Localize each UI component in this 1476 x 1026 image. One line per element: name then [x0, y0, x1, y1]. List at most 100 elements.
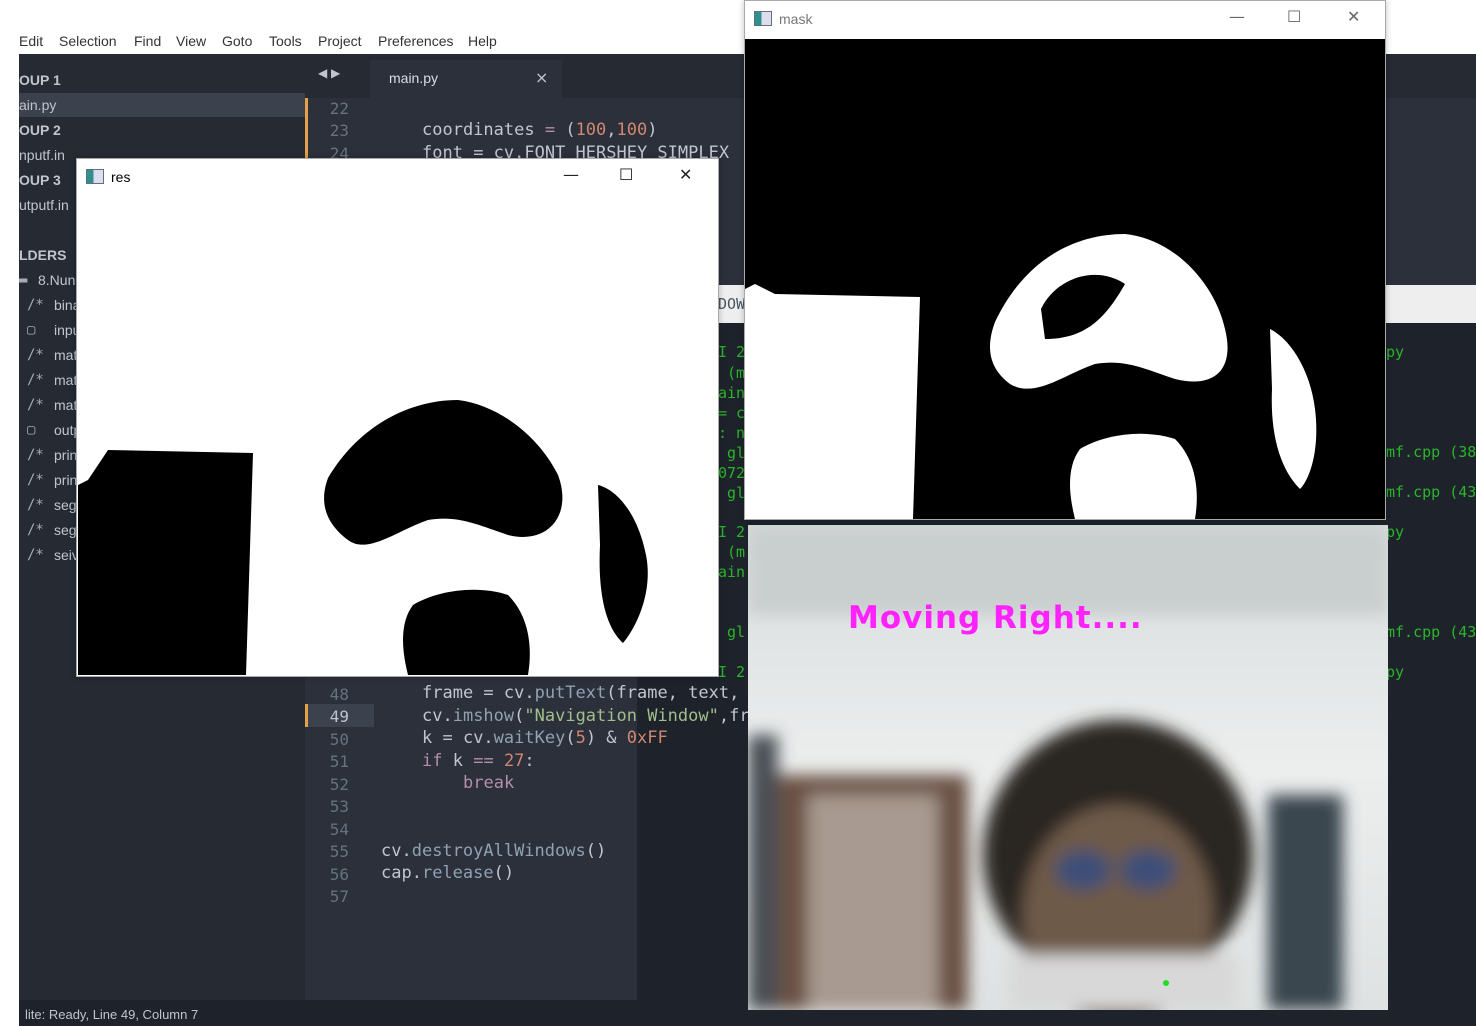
- res-window: res — ☐ ✕: [76, 158, 719, 677]
- sidebar-active-row: [19, 93, 305, 117]
- panel-header-text: DOW: [718, 295, 746, 313]
- menu-view[interactable]: View: [176, 33, 206, 49]
- menu-preferences[interactable]: Preferences: [378, 33, 453, 49]
- code-line-56[interactable]: cap.release(): [381, 863, 514, 883]
- comment-file-icon: /*: [27, 297, 44, 313]
- sidebar-group-3: OUP 3: [19, 172, 61, 188]
- line-number: 52: [329, 775, 349, 794]
- minimize-icon[interactable]: —: [563, 165, 579, 184]
- menu-help[interactable]: Help: [468, 33, 497, 49]
- sidebar-item[interactable]: seg: [54, 497, 77, 513]
- sidebar-item[interactable]: seg: [54, 522, 77, 538]
- console-line: ain: [718, 563, 746, 581]
- camera-overlay-text: Moving Right....: [848, 600, 1143, 636]
- console-line-right: py: [1386, 523, 1405, 541]
- tab-label: main.py: [389, 70, 439, 86]
- line-number: 49: [329, 707, 349, 726]
- menu-project[interactable]: Project: [318, 33, 362, 49]
- file-icon: ▢: [27, 322, 36, 338]
- code-line-23[interactable]: coordinates = (100,100): [422, 120, 658, 140]
- comment-file-icon: /*: [27, 472, 44, 488]
- console-line: gl: [718, 444, 746, 462]
- close-icon[interactable]: ✕: [1347, 7, 1360, 26]
- console-line: = c: [718, 404, 746, 422]
- sidebar-file-input[interactable]: nputf.in: [19, 147, 65, 163]
- code-line-52[interactable]: break: [463, 773, 514, 793]
- comment-file-icon: /*: [27, 497, 44, 513]
- folder-icon: ▬: [19, 272, 28, 288]
- close-icon[interactable]: ✕: [679, 165, 692, 184]
- minimize-icon[interactable]: —: [1229, 7, 1245, 26]
- comment-file-icon: /*: [27, 447, 44, 463]
- menu-find[interactable]: Find: [134, 33, 161, 49]
- line-number: 51: [329, 752, 349, 771]
- console-line: ain: [718, 384, 746, 402]
- console-line: 072: [718, 464, 746, 482]
- console-line: I 2: [718, 343, 746, 361]
- sidebar-file-output[interactable]: utputf.in: [19, 197, 69, 213]
- file-icon: ▢: [27, 422, 36, 438]
- line-number: 56: [329, 865, 349, 884]
- console-line: (m: [718, 543, 746, 561]
- comment-file-icon: /*: [27, 547, 44, 563]
- comment-file-icon: /*: [27, 397, 44, 413]
- maximize-icon[interactable]: ☐: [1287, 7, 1301, 26]
- menu-edit[interactable]: Edit: [19, 33, 43, 49]
- sidebar-item[interactable]: prin: [54, 447, 77, 463]
- sidebar-group-1: OUP 1: [19, 72, 61, 88]
- mask-window-title: mask: [779, 11, 813, 27]
- window-app-icon: [754, 11, 772, 26]
- menu-tools[interactable]: Tools: [269, 33, 302, 49]
- sidebar-file-main[interactable]: ain.py: [19, 97, 56, 113]
- sidebar-item[interactable]: mat: [54, 372, 77, 388]
- res-window-title: res: [111, 169, 131, 185]
- line-number: 57: [329, 887, 349, 906]
- console-line: gl: [718, 484, 746, 502]
- console-line-right: mf.cpp (43: [1386, 483, 1476, 501]
- camera-frame: [748, 525, 1388, 1010]
- tab-close-icon[interactable]: ×: [535, 68, 548, 87]
- comment-file-icon: /*: [27, 347, 44, 363]
- mask-image: [745, 39, 1385, 519]
- code-line-48[interactable]: frame = cv.putText(frame, text,: [422, 683, 739, 703]
- window-app-icon: [86, 169, 104, 184]
- console-line: (m: [718, 364, 746, 382]
- res-image: [78, 195, 718, 675]
- console-line-right: mf.cpp (38: [1386, 443, 1476, 461]
- code-line-51[interactable]: if k == 27:: [422, 751, 535, 771]
- maximize-icon[interactable]: ☐: [619, 165, 633, 184]
- tab-nav-arrows[interactable]: ◀ ▶: [318, 66, 340, 80]
- console-line: I 2: [718, 523, 746, 541]
- menu-goto[interactable]: Goto: [222, 33, 252, 49]
- sidebar-item[interactable]: mat: [54, 347, 77, 363]
- camera-image: [748, 525, 1388, 1010]
- status-text: lite: Ready, Line 49, Column 7: [25, 1007, 199, 1022]
- code-line-50[interactable]: k = cv.waitKey(5) & 0xFF: [422, 728, 668, 748]
- console-line: gl: [718, 623, 746, 641]
- line-number: 55: [329, 842, 349, 861]
- console-line-right: py: [1386, 343, 1405, 361]
- console-line-right: py: [1386, 663, 1405, 681]
- line-number: 54: [329, 820, 349, 839]
- line-number: 48: [329, 685, 349, 704]
- line-number: 22: [329, 99, 349, 118]
- comment-file-icon: /*: [27, 522, 44, 538]
- code-line-49[interactable]: cv.imshow("Navigation Window",fr: [422, 706, 750, 726]
- sidebar-item[interactable]: prin: [54, 472, 77, 488]
- line-number: 23: [329, 121, 349, 140]
- mask-window-titlebar[interactable]: mask — ☐ ✕: [745, 1, 1385, 38]
- menu-selection[interactable]: Selection: [59, 33, 117, 49]
- line-number: 53: [329, 797, 349, 816]
- sidebar-group-2: OUP 2: [19, 122, 61, 138]
- console-line: I 2: [718, 663, 746, 681]
- console-line: : n: [718, 424, 746, 442]
- res-window-titlebar[interactable]: res — ☐ ✕: [77, 159, 718, 195]
- mask-window: mask — ☐ ✕: [744, 0, 1386, 520]
- comment-file-icon: /*: [27, 372, 44, 388]
- sidebar-item[interactable]: mat: [54, 397, 77, 413]
- code-line-55[interactable]: cv.destroyAllWindows(): [381, 841, 606, 861]
- console-line-right: mf.cpp (43: [1386, 623, 1476, 641]
- line-number: 50: [329, 730, 349, 749]
- sidebar-folders-heading: LDERS: [19, 247, 67, 263]
- sidebar-root-folder[interactable]: 8.Nun: [38, 272, 75, 288]
